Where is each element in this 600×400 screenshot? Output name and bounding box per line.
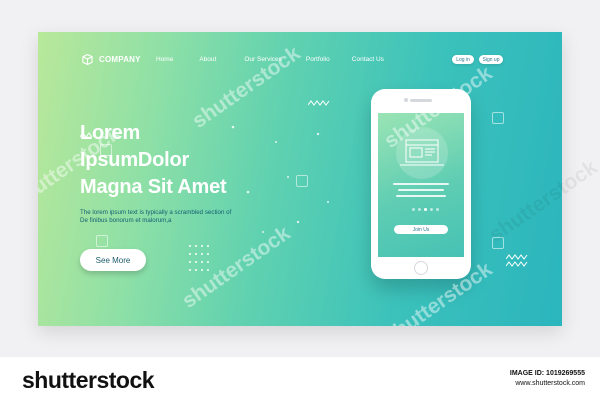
carousel-dot[interactable] xyxy=(412,208,415,211)
image-id-label: IMAGE ID: 1019269555 xyxy=(509,370,585,377)
watermark-icon xyxy=(296,175,308,187)
menu-item-contact[interactable]: Contact Us xyxy=(352,56,384,63)
phone-camera xyxy=(404,98,408,102)
sparkle-dots-icon xyxy=(231,125,329,233)
site-url: www.shutterstock.com xyxy=(515,380,585,387)
join-us-button[interactable]: Join Us xyxy=(394,225,448,234)
stock-footer: shutterstock IMAGE ID: 1019269555 www.sh… xyxy=(0,357,600,400)
see-more-button[interactable]: See More xyxy=(80,249,146,271)
phone-home-button xyxy=(414,261,428,275)
carousel-dot[interactable] xyxy=(436,208,439,211)
logo[interactable]: COMPANY xyxy=(82,54,141,65)
screen-text-lines xyxy=(391,183,451,201)
menu-item-home[interactable]: Home xyxy=(156,56,173,63)
watermark-icon xyxy=(492,112,504,124)
carousel-dot-active[interactable] xyxy=(424,208,427,211)
hero-title-line: Magna Sit Amet xyxy=(80,176,227,198)
cube-logo-icon xyxy=(82,54,93,65)
login-button[interactable]: Log in xyxy=(452,55,474,64)
menu-item-about[interactable]: About xyxy=(199,56,216,63)
landing-page-frame: COMPANY Home About Our Services Portfoli… xyxy=(38,32,562,326)
carousel-dot[interactable] xyxy=(418,208,421,211)
image-id-block: IMAGE ID: 1019269555 www.shutterstock.co… xyxy=(510,369,585,389)
carousel-dots xyxy=(412,208,439,211)
menu-item-portfolio[interactable]: Portfolio xyxy=(306,56,330,63)
shutterstock-logo: shutterstock xyxy=(22,367,155,393)
watermark-icon xyxy=(96,235,108,247)
logo-text: COMPANY xyxy=(99,55,141,64)
carousel-dot[interactable] xyxy=(430,208,433,211)
zigzag-decoration-icon xyxy=(506,254,528,267)
zigzag-decoration-icon xyxy=(308,100,330,106)
